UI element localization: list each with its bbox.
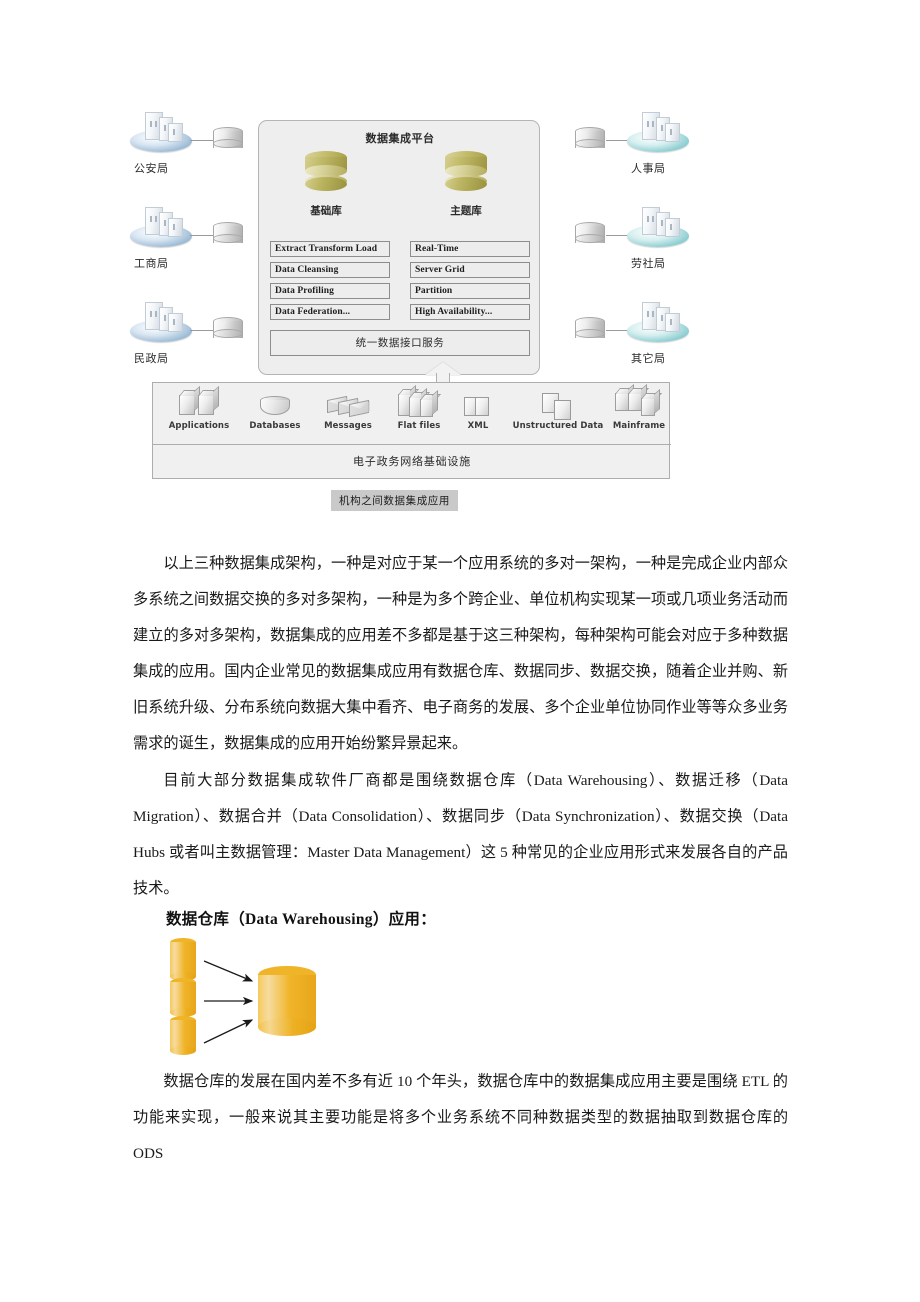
- agency-icon-row: [565, 110, 690, 158]
- data-source-label: Mainframe: [612, 421, 666, 431]
- feature-box: High Availability...: [410, 304, 530, 320]
- paragraph-3: 数据仓库的发展在国内差不多有近 10 个年头，数据仓库中的数据集成应用主要是围绕…: [133, 1073, 788, 1162]
- building-tower: [665, 218, 680, 237]
- agency-item: 民政局: [130, 300, 255, 382]
- agency-database-icon: [575, 222, 605, 248]
- data-source-label: Flat files: [397, 421, 441, 431]
- agency-database-icon: [575, 127, 605, 153]
- data-source-label: Applications: [168, 421, 230, 431]
- government-building-icon: [627, 300, 689, 346]
- data-source-row: Applications Databases Messages Flat fil…: [153, 383, 671, 445]
- agency-label: 民政局: [134, 352, 169, 365]
- agency-icon-row: [130, 300, 255, 348]
- building-tower: [168, 218, 183, 237]
- message-envelopes-icon: [327, 387, 369, 421]
- stacked-files-icon: [396, 387, 442, 421]
- paragraph-2: 目前大部分数据集成软件厂商都是围绕数据仓库（Data Warehousing）、…: [133, 772, 788, 897]
- infrastructure-panel: Applications Databases Messages Flat fil…: [152, 382, 671, 479]
- agency-label: 公安局: [134, 162, 169, 175]
- platform-feature-column-right: Real-Time Server Grid Partition High Ava…: [410, 241, 530, 325]
- arrow-line: [203, 1019, 254, 1044]
- data-source-item: Applications: [161, 387, 237, 431]
- agency-link-line: [190, 235, 214, 236]
- agency-link-line: [606, 140, 628, 141]
- feature-box: Data Cleansing: [270, 262, 390, 278]
- arrow-line: [203, 960, 254, 982]
- base-database-cylinder-icon: [305, 151, 347, 197]
- agency-link-line: [606, 330, 628, 331]
- agency-icon-row: [565, 300, 690, 348]
- agency-item: 人事局: [565, 110, 690, 192]
- agency-database-icon: [575, 317, 605, 343]
- xml-pages-icon: [463, 387, 493, 421]
- government-building-icon: [130, 300, 192, 346]
- mainframe-boxes-icon: [614, 387, 664, 421]
- documents-icon: [536, 387, 580, 421]
- agency-label: 工商局: [134, 257, 169, 270]
- section-subheading: 数据仓库（Data Warehousing）应用：: [166, 911, 437, 928]
- platform-title: 数据集成平台: [365, 132, 435, 145]
- data-source-item: XML: [454, 387, 502, 431]
- data-integration-platform-panel: 数据集成平台 基础库 主题库 Extract Transform Load Da…: [258, 120, 540, 375]
- data-source-label: Messages: [324, 421, 372, 431]
- subject-database-label: 主题库: [450, 205, 482, 217]
- feature-box: Data Profiling: [270, 283, 390, 299]
- feature-box: Extract Transform Load: [270, 241, 390, 257]
- warehouse-arrows: [203, 960, 254, 1044]
- feature-box: Real-Time: [410, 241, 530, 257]
- data-source-item: Mainframe: [609, 387, 669, 431]
- base-database-label: 基础库: [310, 205, 342, 217]
- platform-feature-column-left: Extract Transform Load Data Cleansing Da…: [270, 241, 390, 325]
- agency-icon-row: [565, 205, 690, 253]
- building-tower: [665, 313, 680, 332]
- building-tower: [665, 123, 680, 142]
- feature-box: Server Grid: [410, 262, 530, 278]
- server-boxes-icon: [177, 387, 221, 421]
- data-source-item: Databases: [238, 387, 312, 431]
- agency-label: 其它局: [631, 352, 666, 365]
- agency-item: 劳社局: [565, 205, 690, 287]
- government-building-icon: [130, 205, 192, 251]
- agency-link-line: [606, 235, 628, 236]
- database-cylinder-icon: [259, 387, 291, 421]
- government-building-icon: [627, 205, 689, 251]
- unified-data-interface-service-bar: 统一数据接口服务: [270, 330, 530, 356]
- document-page: 公安局 工商局 民政局 人事局 劳社局 其它局 数据集成平台 基础库 主题库 E…: [0, 0, 920, 1302]
- agency-item: 公安局: [130, 110, 255, 192]
- government-building-icon: [130, 110, 192, 156]
- data-source-label: Unstructured Data: [512, 421, 604, 431]
- network-infrastructure-label: 电子政务网络基础设施: [353, 455, 471, 468]
- agency-database-icon: [213, 127, 243, 153]
- subject-database-cylinder-icon: [445, 151, 487, 197]
- agency-item: 其它局: [565, 300, 690, 382]
- agency-database-icon: [213, 317, 243, 343]
- agency-icon-row: [130, 205, 255, 253]
- inter-agency-integration-figure: 公安局 工商局 民政局 人事局 劳社局 其它局 数据集成平台 基础库 主题库 E…: [130, 110, 690, 520]
- figure-caption: 机构之间数据集成应用: [331, 490, 458, 511]
- data-source-label: Databases: [249, 421, 301, 431]
- agency-icon-row: [130, 110, 255, 158]
- agency-link-line: [190, 140, 214, 141]
- agency-item: 工商局: [130, 205, 255, 287]
- building-tower: [168, 123, 183, 142]
- agency-database-icon: [213, 222, 243, 248]
- data-warehousing-figure: [170, 938, 370, 1055]
- building-tower: [168, 313, 183, 332]
- feature-box: Data Federation...: [270, 304, 390, 320]
- agency-link-line: [190, 330, 214, 331]
- data-source-item: Messages: [313, 387, 383, 431]
- data-source-item: Flat files: [385, 387, 453, 431]
- government-building-icon: [627, 110, 689, 156]
- feature-box: Partition: [410, 283, 530, 299]
- agency-label: 人事局: [631, 162, 666, 175]
- paragraph-1: 以上三种数据集成架构，一种是对应于某一个应用系统的多对一架构，一种是完成企业内部…: [133, 555, 788, 752]
- data-source-label: XML: [467, 421, 489, 431]
- agency-label: 劳社局: [631, 257, 666, 270]
- data-source-item: Unstructured Data: [503, 387, 613, 431]
